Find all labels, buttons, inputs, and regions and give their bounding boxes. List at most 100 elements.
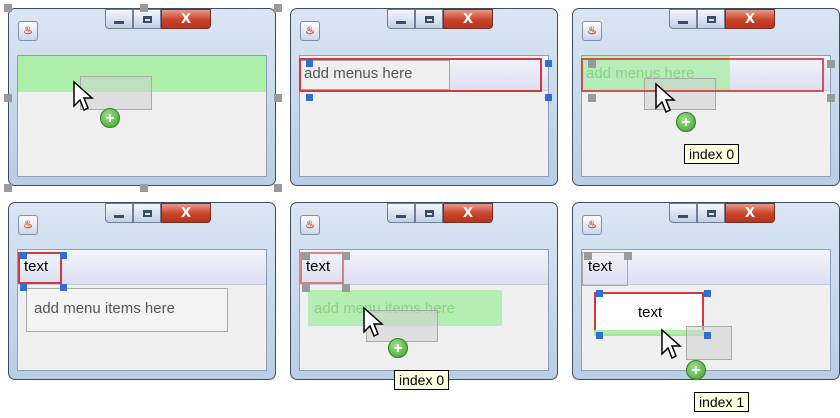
content-pane[interactable] xyxy=(17,55,267,177)
selection-handle-br[interactable] xyxy=(827,94,835,102)
panel-3: ♨ X add menus here + index 0 xyxy=(572,8,840,188)
menu-handle-tr[interactable] xyxy=(624,252,632,260)
title-bar: ♨ X xyxy=(291,9,557,45)
window-controls: X xyxy=(387,203,493,223)
title-bar: ♨ X xyxy=(291,203,557,239)
selection-handle-tl[interactable] xyxy=(588,60,596,68)
maximize-button[interactable] xyxy=(415,9,443,29)
selection-handle-br[interactable] xyxy=(342,284,350,292)
selection-handle-tl[interactable] xyxy=(306,60,313,67)
minimize-icon xyxy=(396,214,406,218)
minimize-button[interactable] xyxy=(387,9,415,29)
selection-handle-bl[interactable] xyxy=(596,332,603,339)
content-pane[interactable]: text add menu items here xyxy=(17,249,267,371)
add-icon: + xyxy=(686,360,706,380)
minimize-button[interactable] xyxy=(387,203,415,223)
close-icon: X xyxy=(744,205,756,221)
window-controls: X xyxy=(387,9,493,29)
jframe-window: ♨ X add menus here xyxy=(290,8,558,186)
selection-handle-tl[interactable] xyxy=(302,252,310,260)
selection-handle-bl[interactable] xyxy=(302,284,310,292)
maximize-button[interactable] xyxy=(697,9,725,29)
jframe-window: ♨ X text add menu items here xyxy=(8,202,276,380)
window-controls: X xyxy=(105,203,211,223)
mouse-cursor-icon xyxy=(73,80,94,112)
resize-handle-l[interactable] xyxy=(4,94,12,102)
resize-handle-bl[interactable] xyxy=(4,184,12,192)
resize-handle-r[interactable] xyxy=(274,94,282,102)
resize-handle-br[interactable] xyxy=(274,184,282,192)
content-pane[interactable]: text text xyxy=(581,249,831,371)
menu-handle-tl[interactable] xyxy=(584,252,592,260)
selection-handle-bl[interactable] xyxy=(20,284,27,291)
panel-2: ♨ X add menus here xyxy=(290,8,560,188)
selection-handle-bl[interactable] xyxy=(588,94,596,102)
index-tooltip: index 1 xyxy=(694,392,750,412)
selection-handle-br[interactable] xyxy=(60,284,67,291)
index-tooltip: index 0 xyxy=(684,144,740,164)
close-icon: X xyxy=(744,11,756,27)
selection-handle-tr[interactable] xyxy=(545,60,552,67)
maximize-icon xyxy=(706,15,716,23)
selection-handle-tr[interactable] xyxy=(827,60,835,68)
resize-handle-tr[interactable] xyxy=(274,4,282,12)
minimize-button[interactable] xyxy=(105,9,133,29)
java-icon: ♨ xyxy=(582,21,602,41)
content-pane[interactable]: add menus here xyxy=(299,55,549,177)
close-button[interactable]: X xyxy=(443,203,493,223)
java-icon: ♨ xyxy=(582,215,602,235)
mouse-cursor-icon xyxy=(655,82,676,114)
selection-handle-tl[interactable] xyxy=(596,290,603,297)
selection-handle-tr[interactable] xyxy=(704,290,711,297)
minimize-icon xyxy=(114,20,124,24)
menu-items-placeholder: add menu items here xyxy=(34,300,175,317)
close-icon: X xyxy=(462,11,474,27)
window-controls: X xyxy=(669,203,775,223)
mouse-cursor-icon xyxy=(363,306,384,338)
close-button[interactable]: X xyxy=(725,9,775,29)
minimize-button[interactable] xyxy=(669,9,697,29)
minimize-button[interactable] xyxy=(669,203,697,223)
panel-5: ♨ X text add menu items here + index 0 xyxy=(290,202,560,390)
resize-handle-tl[interactable] xyxy=(4,4,12,12)
java-icon: ♨ xyxy=(300,21,320,41)
minimize-icon xyxy=(396,20,406,24)
minimize-icon xyxy=(678,214,688,218)
selection-handle-bl[interactable] xyxy=(306,94,313,101)
title-bar: ♨ X xyxy=(573,203,839,239)
panel-1: ♨ X + xyxy=(4,4,282,192)
maximize-icon xyxy=(706,209,716,217)
minimize-icon xyxy=(114,214,124,218)
selection-handle-tr[interactable] xyxy=(60,252,67,259)
jframe-window: ♨ X xyxy=(8,8,276,186)
close-icon: X xyxy=(180,205,192,221)
close-button[interactable]: X xyxy=(161,203,211,223)
selection-handle-tl[interactable] xyxy=(20,252,27,259)
maximize-icon xyxy=(142,209,152,217)
mouse-cursor-icon xyxy=(661,328,682,360)
maximize-button[interactable] xyxy=(133,203,161,223)
selection-handle-br[interactable] xyxy=(704,332,711,339)
maximize-button[interactable] xyxy=(133,9,161,29)
close-button[interactable]: X xyxy=(161,9,211,29)
maximize-button[interactable] xyxy=(415,203,443,223)
content-pane[interactable]: text add menu items here xyxy=(299,249,549,371)
jframe-window: ♨ X text add menu items here xyxy=(290,202,558,380)
menu-item-text[interactable]: text xyxy=(634,304,666,321)
maximize-icon xyxy=(424,209,434,217)
close-button[interactable]: X xyxy=(443,9,493,29)
resize-handle-b[interactable] xyxy=(140,184,148,192)
close-button[interactable]: X xyxy=(725,203,775,223)
add-icon: + xyxy=(388,338,408,358)
selection-outline xyxy=(299,58,542,92)
selection-handle-br[interactable] xyxy=(545,94,552,101)
java-icon: ♨ xyxy=(18,215,38,235)
resize-handle-t[interactable] xyxy=(140,4,148,12)
title-bar: ♨ X xyxy=(9,9,275,45)
maximize-button[interactable] xyxy=(697,203,725,223)
minimize-button[interactable] xyxy=(105,203,133,223)
add-icon: + xyxy=(100,108,120,128)
maximize-icon xyxy=(142,15,152,23)
java-icon: ♨ xyxy=(300,215,320,235)
selection-handle-tr[interactable] xyxy=(342,252,350,260)
